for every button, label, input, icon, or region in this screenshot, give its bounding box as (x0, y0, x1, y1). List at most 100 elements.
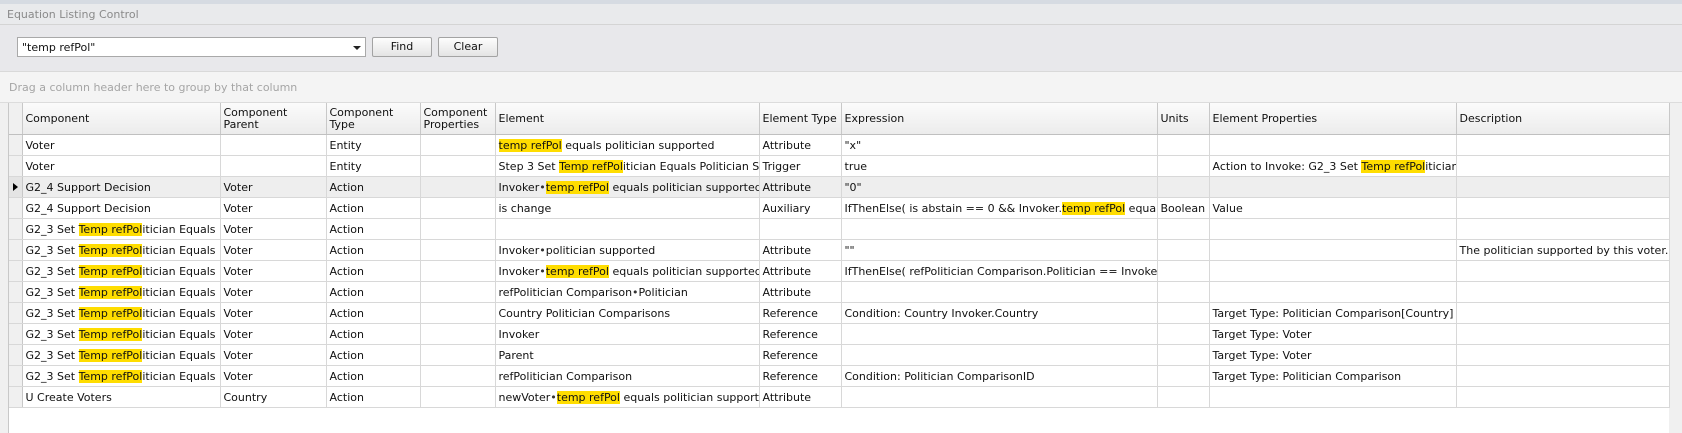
cell-element-properties[interactable] (1209, 239, 1457, 261)
cell-component-properties[interactable] (420, 155, 496, 177)
cell-component-type[interactable]: Action (326, 218, 421, 240)
cell-component-parent[interactable]: Voter (220, 176, 327, 198)
row-indicator[interactable] (9, 155, 23, 177)
cell-element-type[interactable]: Reference (759, 344, 842, 366)
cell-component[interactable]: G2_3 Set Temp refPolitician Equals Pol..… (22, 365, 221, 387)
cell-expression[interactable]: "x" (841, 134, 1158, 156)
cell-element-type[interactable]: Trigger (759, 155, 842, 177)
cell-component-parent[interactable]: Voter (220, 239, 327, 261)
column-header-element-properties[interactable]: Element Properties (1209, 103, 1457, 135)
cell-element-properties[interactable]: Target Type: Politician Comparison[Count… (1209, 302, 1457, 324)
row-indicator[interactable] (9, 302, 23, 324)
column-header-description[interactable]: Description (1456, 103, 1670, 135)
cell-element-properties[interactable]: Target Type: Politician Comparison (1209, 365, 1457, 387)
cell-element[interactable]: Parent (495, 344, 760, 366)
cell-units[interactable] (1157, 365, 1210, 387)
cell-component[interactable]: G2_3 Set Temp refPolitician Equals Pol..… (22, 218, 221, 240)
cell-units[interactable] (1157, 386, 1210, 408)
cell-component-properties[interactable] (420, 365, 496, 387)
cell-component-properties[interactable] (420, 302, 496, 324)
cell-component-parent[interactable]: Voter (220, 323, 327, 345)
cell-component[interactable]: G2_3 Set Temp refPolitician Equals Pol..… (22, 323, 221, 345)
cell-element[interactable]: Invoker•temp refPol equals politician su… (495, 176, 760, 198)
cell-element-properties[interactable]: Action to Invoke: G2_3 Set Temp refPolit… (1209, 155, 1457, 177)
cell-component-parent[interactable]: Country (220, 386, 327, 408)
cell-element-properties[interactable] (1209, 386, 1457, 408)
column-header-component[interactable]: Component (22, 103, 221, 135)
cell-description[interactable] (1456, 386, 1670, 408)
table-row[interactable]: G2_4 Support Decision Voter Action is chang… (9, 197, 1670, 219)
cell-component-type[interactable]: Action (326, 386, 421, 408)
cell-units[interactable] (1157, 281, 1210, 303)
cell-expression[interactable]: IfThenElse( is abstain == 0 && Invoker.t… (841, 197, 1158, 219)
cell-component[interactable]: Voter (22, 155, 221, 177)
row-indicator[interactable] (9, 344, 23, 366)
cell-description[interactable] (1456, 197, 1670, 219)
cell-component[interactable]: G2_3 Set Temp refPolitician Equals Pol..… (22, 281, 221, 303)
cell-element[interactable]: Invoker•politician supported (495, 239, 760, 261)
cell-component-parent[interactable] (220, 134, 327, 156)
cell-description[interactable] (1456, 176, 1670, 198)
cell-element-type[interactable]: Attribute (759, 134, 842, 156)
cell-units[interactable] (1157, 302, 1210, 324)
cell-component[interactable]: G2_3 Set Temp refPolitician Equals Pol..… (22, 239, 221, 261)
table-row[interactable]: G2_3 Set Temp refPolitician Equals Pol..… (9, 302, 1670, 324)
cell-description[interactable] (1456, 260, 1670, 282)
cell-component-properties[interactable] (420, 239, 496, 261)
cell-element-properties[interactable] (1209, 134, 1457, 156)
cell-component-properties[interactable] (420, 218, 496, 240)
cell-units[interactable] (1157, 134, 1210, 156)
row-indicator[interactable] (9, 239, 23, 261)
row-indicator[interactable] (9, 218, 23, 240)
cell-expression[interactable]: "0" (841, 176, 1158, 198)
cell-component-properties[interactable] (420, 197, 496, 219)
cell-element[interactable]: temp refPol equals politician supported (495, 134, 760, 156)
cell-component-type[interactable]: Action (326, 281, 421, 303)
cell-component[interactable]: Voter (22, 134, 221, 156)
table-row[interactable]: G2_3 Set Temp refPolitician Equals Pol..… (9, 260, 1670, 282)
cell-component-type[interactable]: Action (326, 260, 421, 282)
cell-element-properties[interactable] (1209, 281, 1457, 303)
cell-description[interactable] (1456, 218, 1670, 240)
cell-units[interactable] (1157, 344, 1210, 366)
table-row[interactable]: Voter Entity Step 3 Set Temp refPolitician… (9, 155, 1670, 177)
cell-units[interactable] (1157, 239, 1210, 261)
search-value[interactable]: "temp refPol" (22, 41, 95, 54)
row-indicator[interactable] (9, 197, 23, 219)
clear-button[interactable]: Clear (438, 37, 498, 57)
cell-element[interactable]: is change (495, 197, 760, 219)
cell-expression[interactable] (841, 323, 1158, 345)
table-row[interactable]: Voter Entity temp refPol equals politician… (9, 134, 1670, 156)
cell-units[interactable] (1157, 218, 1210, 240)
table-row[interactable]: G2_3 Set Temp refPolitician Equals Pol..… (9, 323, 1670, 345)
cell-component-parent[interactable]: Voter (220, 197, 327, 219)
table-row[interactable]: G2_3 Set Temp refPolitician Equals Pol..… (9, 344, 1670, 366)
column-header-expression[interactable]: Expression (841, 103, 1158, 135)
cell-expression[interactable]: IfThenElse( refPolitician Comparison.Pol… (841, 260, 1158, 282)
cell-component-properties[interactable] (420, 134, 496, 156)
row-indicator[interactable] (9, 260, 23, 282)
cell-component[interactable]: G2_3 Set Temp refPolitician Equals Pol..… (22, 344, 221, 366)
cell-description[interactable] (1456, 281, 1670, 303)
cell-component-properties[interactable] (420, 344, 496, 366)
cell-element[interactable]: refPolitician Comparison•Politician (495, 281, 760, 303)
row-indicator[interactable] (9, 134, 23, 156)
cell-component-parent[interactable]: Voter (220, 344, 327, 366)
cell-component-properties[interactable] (420, 386, 496, 408)
cell-component[interactable]: U Create Voters (22, 386, 221, 408)
table-row[interactable]: G2_3 Set Temp refPolitician Equals Pol..… (9, 239, 1670, 261)
column-header-element-type[interactable]: Element Type (759, 103, 842, 135)
cell-component-type[interactable]: Action (326, 302, 421, 324)
cell-element-type[interactable]: Attribute (759, 239, 842, 261)
cell-component-type[interactable]: Action (326, 323, 421, 345)
cell-component-type[interactable]: Entity (326, 134, 421, 156)
cell-component-properties[interactable] (420, 176, 496, 198)
cell-component[interactable]: G2_4 Support Decision (22, 197, 221, 219)
column-header-component-properties[interactable]: Component Properties (420, 103, 496, 135)
cell-element-type[interactable]: Attribute (759, 386, 842, 408)
cell-units[interactable]: Boolean (1157, 197, 1210, 219)
cell-component-parent[interactable]: Voter (220, 281, 327, 303)
cell-component-parent[interactable] (220, 155, 327, 177)
cell-element[interactable]: Country Politician Comparisons (495, 302, 760, 324)
cell-element[interactable]: newVoter•temp refPol equals politician s… (495, 386, 760, 408)
